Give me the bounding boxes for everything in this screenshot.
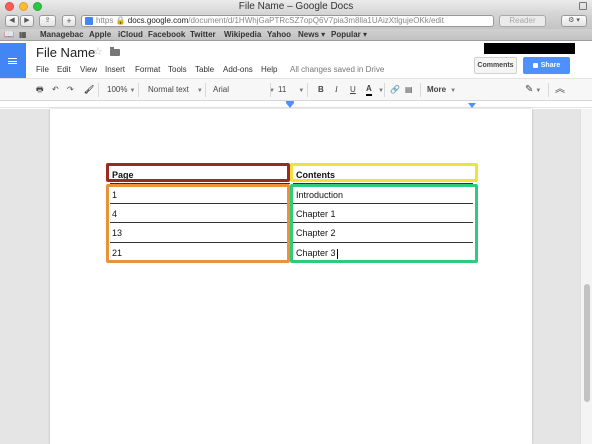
menu-table[interactable]: Table xyxy=(195,65,214,74)
bookmark-apple[interactable]: Apple xyxy=(89,29,111,41)
url-path: /document/d/1HWhjGaPTRcSZ7opQ6V7pia3m8ll… xyxy=(188,16,444,25)
menu-tools[interactable]: Tools xyxy=(168,65,187,74)
close-window-button[interactable] xyxy=(5,2,14,11)
link-icon[interactable]: 🔗 xyxy=(390,84,400,96)
bookmark-facebook[interactable]: Facebook xyxy=(148,29,185,41)
highlight-box-contents-column xyxy=(290,184,478,263)
minimize-window-button[interactable] xyxy=(19,2,28,11)
redacted-account xyxy=(484,43,575,54)
italic-button[interactable]: I xyxy=(335,84,338,96)
document-canvas: Page Contents 1 Introduction 4 Chapter 1… xyxy=(0,109,580,444)
window-title: File Name – Google Docs xyxy=(238,1,354,12)
bookmark-managebac[interactable]: Managebac xyxy=(40,29,84,41)
paint-format-icon[interactable]: 🖌 xyxy=(84,84,94,96)
zoom-value: 100% xyxy=(107,85,128,94)
text-color-dropdown-icon: ▼ xyxy=(378,88,384,94)
url-host: docs.google.com xyxy=(127,16,189,25)
highlight-box-contents-header xyxy=(290,163,478,182)
new-tab-button[interactable]: + xyxy=(62,15,76,27)
bookmark-twitter[interactable]: Twitter xyxy=(190,29,216,41)
editing-mode-pencil-icon[interactable]: ✎ ▼ xyxy=(525,84,541,97)
address-bar[interactable]: https 🔒 docs.google.com/document/d/1HWhj… xyxy=(81,15,494,27)
star-icon[interactable]: ☆ xyxy=(93,45,103,58)
document-title[interactable]: File Name xyxy=(36,45,95,60)
vertical-scrollbar[interactable] xyxy=(580,109,592,444)
underline-button[interactable]: U xyxy=(350,84,356,96)
menu-insert[interactable]: Insert xyxy=(105,65,125,74)
undo-icon[interactable]: ↶ xyxy=(52,84,59,96)
ruler xyxy=(0,101,592,108)
bookmark-popular[interactable]: Popular ▾ xyxy=(331,29,367,41)
reader-button[interactable]: Reader xyxy=(499,15,546,27)
bookmark-news[interactable]: News ▾ xyxy=(298,29,325,41)
browser-toolbar: ◀ ▶ ⇪ + https 🔒 docs.google.com/document… xyxy=(0,13,592,29)
font-size-select[interactable]: 11 ▼ xyxy=(278,84,304,97)
reading-list-icon[interactable]: 📖 xyxy=(4,29,14,41)
document-page[interactable]: Page Contents 1 Introduction 4 Chapter 1… xyxy=(50,109,532,444)
docs-header: File Name ☆ Comments Share File Edit Vie… xyxy=(0,41,592,79)
font-value: Arial xyxy=(213,85,230,94)
highlight-box-page-column xyxy=(106,184,290,263)
text-color-button[interactable]: A xyxy=(366,84,372,96)
menu-format[interactable]: Format xyxy=(135,65,160,74)
comment-icon[interactable]: ▤ xyxy=(405,84,413,96)
comments-button[interactable]: Comments xyxy=(474,57,517,74)
formatting-toolbar: 🖶 ↶ ↷ 🖌 100% ▼ Normal text ▼ Arial ▼ 11 ▼ B … xyxy=(0,78,592,101)
highlight-box-page-header xyxy=(106,163,290,182)
menu-file[interactable]: File xyxy=(36,65,49,74)
fullscreen-icon[interactable] xyxy=(579,2,587,10)
window-titlebar: File Name – Google Docs xyxy=(0,0,592,13)
folder-icon[interactable] xyxy=(110,47,120,56)
left-indent-handle[interactable] xyxy=(286,103,294,108)
more-label: More xyxy=(427,85,447,94)
zoom-select[interactable]: 100% ▼ xyxy=(107,84,135,97)
right-indent-handle[interactable] xyxy=(468,103,476,108)
lock-icon xyxy=(532,62,538,68)
bookmarks-bar: 📖 ▦ Managebac Apple iCloud Facebook Twit… xyxy=(0,29,592,41)
menu-view[interactable]: View xyxy=(80,65,97,74)
bookmark-yahoo[interactable]: Yahoo xyxy=(267,29,291,41)
docs-logo-icon[interactable] xyxy=(0,43,26,79)
bookmark-wikipedia[interactable]: Wikipedia xyxy=(224,29,261,41)
settings-gear-icon[interactable]: ⚙ ▾ xyxy=(561,15,587,27)
share-button[interactable]: Share xyxy=(523,57,570,74)
forward-button[interactable]: ▶ xyxy=(20,15,34,27)
menu-edit[interactable]: Edit xyxy=(57,65,71,74)
bold-button[interactable]: B xyxy=(318,84,324,96)
print-icon[interactable]: 🖶 xyxy=(36,84,44,96)
zoom-window-button[interactable] xyxy=(33,2,42,11)
share-label: Share xyxy=(540,62,561,69)
style-select[interactable]: Normal text ▼ xyxy=(148,84,203,97)
bookmark-icloud[interactable]: iCloud xyxy=(118,29,143,41)
top-sites-icon[interactable]: ▦ xyxy=(19,29,27,41)
scrollbar-thumb[interactable] xyxy=(584,284,590,402)
font-size-value: 11 xyxy=(278,85,287,94)
url-scheme: https xyxy=(96,16,114,25)
redo-icon[interactable]: ↷ xyxy=(67,84,74,96)
share-page-icon[interactable]: ⇪ xyxy=(39,15,56,27)
more-button[interactable]: More ▼ xyxy=(427,84,456,97)
menu-add-ons[interactable]: Add-ons xyxy=(223,65,253,74)
style-value: Normal text xyxy=(148,85,189,94)
font-select[interactable]: Arial ▼ xyxy=(213,84,275,97)
collapse-menus-icon[interactable]: ︽ xyxy=(555,84,565,96)
docs-favicon-icon xyxy=(85,17,93,25)
menu-help[interactable]: Help xyxy=(261,65,277,74)
save-status[interactable]: All changes saved in Drive xyxy=(290,65,384,74)
back-button[interactable]: ◀ xyxy=(5,15,19,27)
